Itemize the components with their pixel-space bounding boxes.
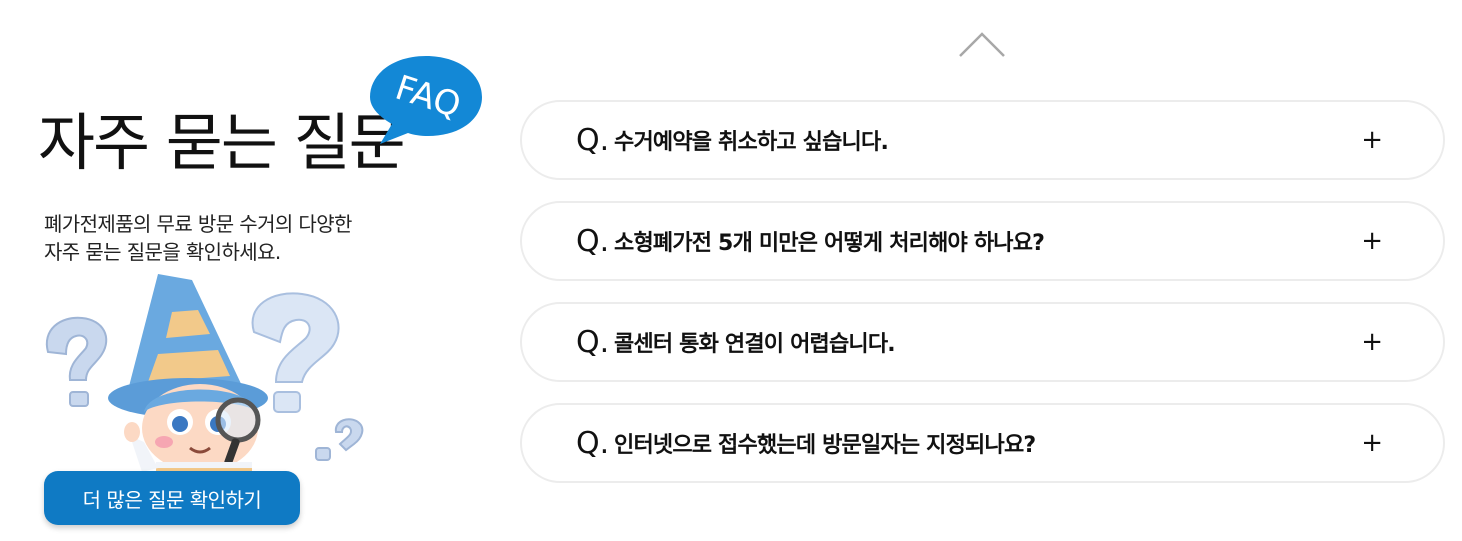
- faq-q-label: Q.: [576, 425, 610, 461]
- faq-q-label: Q.: [576, 122, 610, 158]
- faq-item[interactable]: Q. 수거예약을 취소하고 싶습니다. +: [520, 100, 1445, 180]
- faq-list: Q. 수거예약을 취소하고 싶습니다. + Q. 소형폐가전 5개 미만은 어떻…: [520, 100, 1445, 504]
- question-mark-left-icon: [45, 316, 108, 407]
- description-line-2: 자주 묻는 질문을 확인하세요.: [44, 240, 281, 264]
- faq-speech-bubble-icon: FAQ: [370, 56, 482, 144]
- faq-q-label: Q.: [576, 324, 610, 360]
- faq-question: 콜센터 통화 연결이 어렵습니다.: [614, 332, 896, 357]
- faq-question: 인터넷으로 접수했는데 방문일자는 지정되나요?: [614, 433, 1036, 458]
- faq-question: 소형폐가전 5개 미만은 어떻게 처리해야 하나요?: [614, 231, 1045, 256]
- question-mark-small-icon: [315, 418, 364, 461]
- faq-q-label: Q.: [576, 223, 610, 259]
- faq-item[interactable]: Q. 인터넷으로 접수했는데 방문일자는 지정되나요? +: [520, 403, 1445, 483]
- page-title: 자주 묻는 질문: [38, 106, 406, 179]
- chevron-up-icon[interactable]: [956, 30, 1008, 60]
- plus-icon[interactable]: +: [1361, 228, 1383, 254]
- plus-icon[interactable]: +: [1361, 329, 1383, 355]
- faq-item[interactable]: Q. 소형폐가전 5개 미만은 어떻게 처리해야 하나요? +: [520, 201, 1445, 281]
- wizard-character-illustration: [45, 274, 364, 482]
- faq-question: 수거예약을 취소하고 싶습니다.: [614, 130, 889, 155]
- plus-icon[interactable]: +: [1361, 127, 1383, 153]
- faq-item[interactable]: Q. 콜센터 통화 연결이 어렵습니다. +: [520, 302, 1445, 382]
- faq-intro-panel: 자주 묻는 질문 FAQ 폐가전제품의 무료 방문 수거의 다양한 자주 묻는 …: [0, 0, 500, 541]
- page-description: 폐가전제품의 무료 방문 수거의 다양한 자주 묻는 질문을 확인하세요.: [44, 210, 352, 266]
- description-line-1: 폐가전제품의 무료 방문 수거의 다양한: [44, 212, 352, 236]
- plus-icon[interactable]: +: [1361, 430, 1383, 456]
- more-questions-button[interactable]: 더 많은 질문 확인하기: [44, 471, 300, 525]
